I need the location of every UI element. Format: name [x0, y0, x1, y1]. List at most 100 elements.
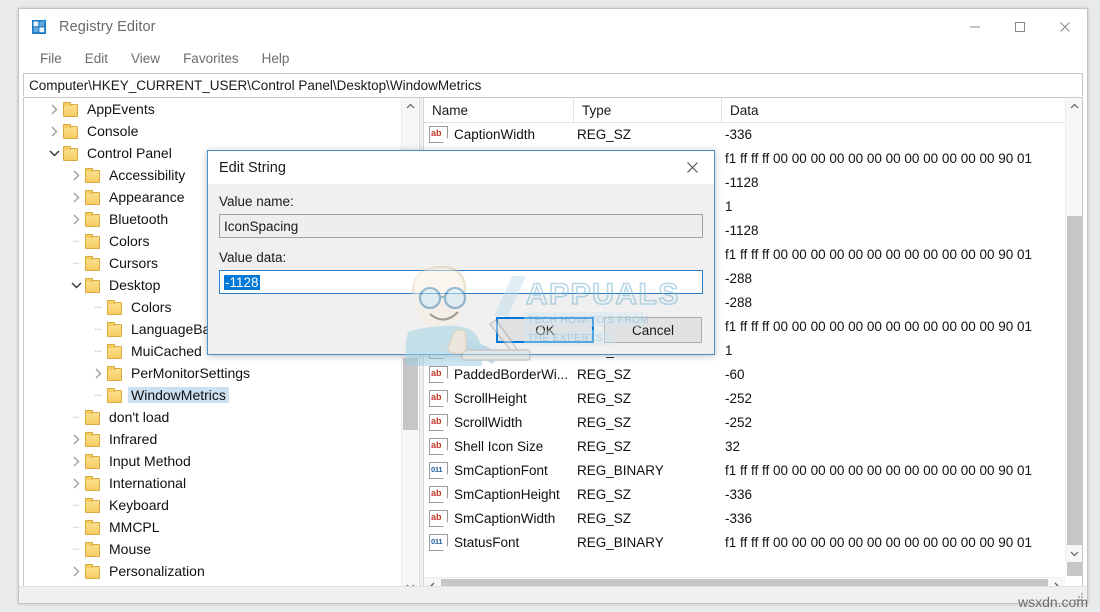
- window-controls: [952, 9, 1087, 45]
- chevron-right-icon[interactable]: [68, 428, 84, 450]
- value-data-cell: -336: [722, 511, 1065, 526]
- tree-item-label: AppEvents: [84, 101, 158, 117]
- chevron-right-icon[interactable]: [46, 120, 62, 142]
- list-scroll-thumb[interactable]: [1067, 216, 1082, 576]
- value-data-text: -1128: [224, 275, 260, 290]
- value-type-cell: REG_SZ: [574, 367, 722, 382]
- chevron-right-icon[interactable]: [68, 186, 84, 208]
- chevron-right-icon[interactable]: [68, 164, 84, 186]
- value-name-cell: abScrollWidth: [424, 414, 574, 431]
- chevron-down-icon[interactable]: [68, 274, 84, 296]
- menu-view[interactable]: View: [130, 49, 161, 68]
- tree-item-mouse[interactable]: ┈ Mouse: [24, 538, 401, 560]
- column-header-name[interactable]: Name: [424, 98, 574, 122]
- value-data-cell: -1128: [722, 223, 1065, 238]
- close-button[interactable]: [1042, 9, 1087, 45]
- chevron-right-icon[interactable]: [46, 98, 62, 120]
- tree-item-personalization[interactable]: Personalization: [24, 560, 401, 582]
- tree-item-permonitorsettings[interactable]: PerMonitorSettings: [24, 362, 401, 384]
- list-scroll-up-icon[interactable]: [1066, 98, 1082, 115]
- maximize-button[interactable]: [997, 9, 1042, 45]
- ok-button[interactable]: OK: [496, 317, 594, 343]
- value-type-cell: REG_BINARY: [574, 535, 722, 550]
- value-name-cell: abScrollHeight: [424, 390, 574, 407]
- table-row[interactable]: 011110StatusFontREG_BINARYf1 ff ff ff 00…: [424, 530, 1065, 554]
- folder-icon: [84, 256, 100, 270]
- tree-connector-icon: ┈: [90, 296, 106, 318]
- dialog-close-button[interactable]: [670, 151, 714, 184]
- dialog-title-bar[interactable]: Edit String: [208, 151, 714, 184]
- tree-item-keyboard[interactable]: ┈Keyboard: [24, 494, 401, 516]
- tree-item-appevents[interactable]: AppEvents: [24, 98, 401, 120]
- string-value-icon: ab: [429, 126, 448, 143]
- column-header-type[interactable]: Type: [574, 98, 722, 122]
- table-row[interactable]: abCaptionWidthREG_SZ-336: [424, 122, 1065, 146]
- tree-indent: [24, 252, 68, 274]
- tree-connector-icon: ┈: [68, 538, 84, 560]
- value-data-label: Value data:: [219, 250, 703, 265]
- table-row[interactable]: abScrollWidthREG_SZ-252: [424, 410, 1065, 434]
- folder-icon: [62, 146, 78, 160]
- tree-item-infrared[interactable]: Infrared: [24, 428, 401, 450]
- value-name-label: Value name:: [219, 194, 703, 209]
- dialog-body: Value name: IconSpacing Value data: -112…: [208, 184, 714, 294]
- tree-item-international[interactable]: International: [24, 472, 401, 494]
- tree-item-input-method[interactable]: Input Method: [24, 450, 401, 472]
- value-name-cell: abPaddedBorderWi...: [424, 366, 574, 383]
- value-name-text: SmCaptionWidth: [454, 511, 555, 526]
- value-name-text: SmCaptionFont: [454, 463, 548, 478]
- table-row[interactable]: abPaddedBorderWi...REG_SZ-60: [424, 362, 1065, 386]
- table-row[interactable]: abSmCaptionHeightREG_SZ-336: [424, 482, 1065, 506]
- tree-indent: [24, 362, 90, 384]
- table-row[interactable]: 011110SmCaptionFontREG_BINARYf1 ff ff ff…: [424, 458, 1065, 482]
- tree-indent: [24, 142, 46, 164]
- value-type-cell: REG_SZ: [574, 415, 722, 430]
- value-name-text: PaddedBorderWi...: [454, 367, 568, 382]
- address-bar[interactable]: Computer\HKEY_CURRENT_USER\Control Panel…: [23, 73, 1083, 96]
- title-bar[interactable]: Registry Editor: [19, 9, 1087, 45]
- column-header-data[interactable]: Data: [722, 98, 1082, 122]
- menu-bar: File Edit View Favorites Help: [19, 45, 1087, 71]
- value-data-cell: -336: [722, 487, 1065, 502]
- tree-indent: [24, 296, 90, 318]
- table-row[interactable]: abScrollHeightREG_SZ-252: [424, 386, 1065, 410]
- tree-indent: [24, 560, 68, 582]
- minimize-button[interactable]: [952, 9, 997, 45]
- folder-icon: [84, 454, 100, 468]
- chevron-down-icon[interactable]: [46, 142, 62, 164]
- tree-item-windowmetrics[interactable]: ┈WindowMetrics: [24, 384, 401, 406]
- chevron-right-icon[interactable]: [68, 208, 84, 230]
- tree-item-label: MuiCached: [128, 343, 205, 359]
- value-name-text: ScrollHeight: [454, 391, 527, 406]
- menu-favorites[interactable]: Favorites: [182, 49, 240, 68]
- binary-value-icon: 011110: [429, 534, 448, 551]
- value-name-input[interactable]: IconSpacing: [219, 214, 703, 238]
- tree-item-mmcpl[interactable]: ┈MMCPL: [24, 516, 401, 538]
- value-data-input[interactable]: -1128: [219, 270, 703, 294]
- tree-scroll-up-icon[interactable]: [402, 98, 419, 115]
- menu-edit[interactable]: Edit: [84, 49, 109, 68]
- chevron-right-icon[interactable]: [90, 362, 106, 384]
- table-row[interactable]: abSmCaptionWidthREG_SZ-336: [424, 506, 1065, 530]
- edit-string-dialog: Edit String Value name: IconSpacing Valu…: [207, 150, 715, 355]
- cancel-button[interactable]: Cancel: [604, 317, 702, 343]
- value-data-cell: -60: [722, 367, 1065, 382]
- folder-icon: [84, 410, 100, 424]
- folder-icon: [106, 322, 122, 336]
- tree-item-don-t-load[interactable]: ┈don't load: [24, 406, 401, 428]
- chevron-right-icon[interactable]: [68, 560, 84, 582]
- list-scroll-down-icon[interactable]: [1066, 545, 1082, 562]
- chevron-right-icon[interactable]: [68, 450, 84, 472]
- table-row[interactable]: abShell Icon SizeREG_SZ32: [424, 434, 1065, 458]
- folder-icon: [84, 190, 100, 204]
- menu-help[interactable]: Help: [261, 49, 291, 68]
- value-name-cell: abShell Icon Size: [424, 438, 574, 455]
- value-data-cell: 1: [722, 343, 1065, 358]
- menu-file[interactable]: File: [39, 49, 63, 68]
- tree-item-label: Mouse: [106, 541, 154, 557]
- chevron-right-icon[interactable]: [68, 472, 84, 494]
- tree-item-label: Accessibility: [106, 167, 188, 183]
- tree-item-console[interactable]: Console: [24, 120, 401, 142]
- tree-scroll-thumb[interactable]: [403, 358, 418, 430]
- list-vertical-scrollbar[interactable]: [1065, 98, 1082, 562]
